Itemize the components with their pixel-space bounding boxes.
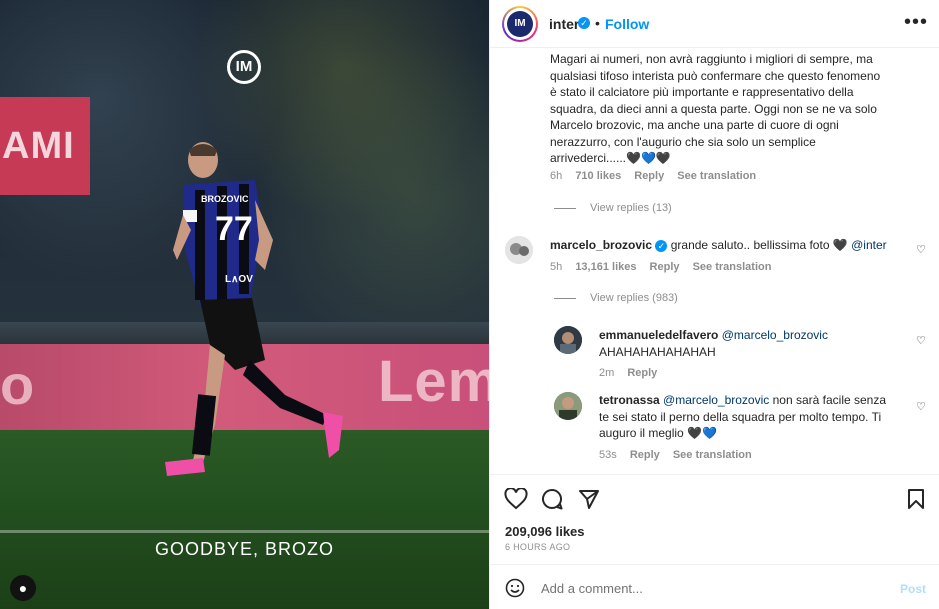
- reply-text: tetronassa @marcelo_brozovic non sarà fa…: [599, 392, 924, 442]
- comment-mention[interactable]: @marcelo_brozovic: [722, 328, 828, 342]
- commenter-avatar[interactable]: [554, 326, 582, 354]
- post-actions-bar: 209,096 likes 6 HOURS AGO: [490, 474, 939, 564]
- comment-username[interactable]: emmanueledelfavero: [599, 328, 718, 342]
- comment-line: nerazzurro, con l'augurio che sia solo u…: [550, 134, 816, 149]
- inter-logo-icon: IM: [227, 50, 261, 84]
- jersey-name: BROZOVIC: [201, 194, 249, 204]
- comment-line: auguro il meglio 🖤💙: [599, 426, 717, 440]
- comment-line: squadra, da dieci anni a questa parte. O…: [550, 101, 877, 116]
- post-caption-overlay: GOODBYE, BROZO: [154, 539, 335, 559]
- header-separator: •: [595, 15, 600, 31]
- reply-button[interactable]: Reply: [634, 170, 664, 182]
- comment-meta: 53s Reply See translation: [599, 449, 762, 461]
- author-avatar[interactable]: IM: [502, 6, 538, 42]
- comment-line: arrivederci......🖤💙🖤: [550, 151, 671, 165]
- comments-list[interactable]: Magari ai numeri, non avrà raggiunto i m…: [490, 48, 939, 474]
- bookmark-save-icon[interactable]: [906, 488, 926, 510]
- commenter-avatar[interactable]: [505, 236, 533, 264]
- jersey-number: 77: [215, 210, 253, 248]
- post-comment-button[interactable]: Post: [900, 582, 926, 596]
- post-header: IM inter ✓ • Follow •••: [490, 0, 939, 48]
- share-send-icon[interactable]: [578, 488, 600, 510]
- author-username[interactable]: inter: [549, 16, 579, 32]
- comment-body: non sarà facile senza: [772, 393, 887, 407]
- reply-button[interactable]: Reply: [630, 449, 660, 461]
- comment-line: te sei stato il perno della squadra per …: [599, 409, 882, 424]
- comment-username[interactable]: marcelo_brozovic: [550, 238, 652, 252]
- like-comment-heart-icon[interactable]: ♡: [916, 400, 926, 413]
- see-translation-button[interactable]: See translation: [673, 449, 752, 461]
- like-comment-heart-icon[interactable]: ♡: [916, 334, 926, 347]
- post-side-panel: IM inter ✓ • Follow ••• Magari ai numeri…: [489, 0, 939, 609]
- ad-board-left-text: o: [0, 353, 35, 416]
- post-like-count[interactable]: 209,096 likes: [505, 524, 585, 539]
- view-replies-button[interactable]: View replies (13): [554, 202, 672, 214]
- comment-likes[interactable]: 13,161 likes: [575, 261, 636, 273]
- add-comment-input[interactable]: [541, 578, 881, 598]
- comment-line: Marcelo brozovic, ma anche una parte di …: [550, 118, 839, 132]
- view-replies-label: View replies (13): [590, 202, 672, 214]
- comment-likes[interactable]: 710 likes: [575, 170, 621, 182]
- comment-username[interactable]: tetronassa: [599, 393, 660, 407]
- comment-line: è stato il calciatore più importante e r…: [550, 85, 854, 99]
- ad-board-left: AMI: [0, 97, 90, 195]
- tagged-users-button[interactable]: ●: [10, 575, 36, 601]
- add-comment-bar: Post: [490, 564, 939, 609]
- user-icon: ●: [18, 580, 28, 596]
- comment-body: AHAHAHAHAHAHAH: [599, 344, 716, 359]
- comment-text: Magari ai numeri, non avrà raggiunto i m…: [550, 51, 925, 167]
- comment-meta: 6h 710 likes Reply See translation: [550, 170, 766, 182]
- avatar-photo-icon: [505, 236, 533, 264]
- comment-mention[interactable]: @marcelo_brozovic: [663, 393, 769, 407]
- comment-time: 2m: [599, 367, 615, 379]
- comment-time: 5h: [550, 261, 563, 273]
- verified-badge-icon: ✓: [578, 17, 590, 29]
- comment-meta: 5h 13,161 likes Reply See translation: [550, 261, 781, 273]
- avatar-photo-icon: [554, 392, 582, 420]
- comment-line: qualsiasi tifoso interista può confermar…: [550, 68, 881, 83]
- like-comment-heart-icon[interactable]: ♡: [916, 243, 926, 256]
- more-options-icon[interactable]: •••: [904, 11, 928, 34]
- comment-time: 6h: [550, 170, 563, 182]
- pitch-line: [0, 530, 489, 533]
- see-translation-button[interactable]: See translation: [693, 261, 772, 273]
- reply-button[interactable]: Reply: [650, 261, 680, 273]
- comment-mention[interactable]: @inter: [851, 238, 887, 252]
- reply-text: emmanueledelfavero @marcelo_brozovic AHA…: [599, 327, 929, 360]
- like-heart-icon[interactable]: [504, 488, 528, 510]
- post-image[interactable]: AMI o Lem IM 77 BROZOVIC L∧OV GOODBYE, B…: [0, 0, 489, 609]
- ad-board-text: Lem: [378, 349, 489, 414]
- comment-text: marcelo_brozovic ✓ grande saluto.. belli…: [550, 237, 900, 254]
- avatar-photo-icon: [554, 326, 582, 354]
- see-translation-button[interactable]: See translation: [677, 170, 756, 182]
- emoji-icon[interactable]: [505, 578, 525, 598]
- view-replies-label: View replies (983): [590, 292, 678, 304]
- follow-button[interactable]: Follow: [605, 16, 649, 32]
- comment-body: grande saluto.. bellissima foto 🖤: [670, 238, 848, 252]
- commenter-avatar[interactable]: [554, 392, 582, 420]
- reply-button[interactable]: Reply: [627, 367, 657, 379]
- jersey-sponsor: L∧OV: [225, 274, 253, 285]
- verified-badge-icon: ✓: [655, 239, 668, 252]
- view-replies-button[interactable]: View replies (983): [554, 292, 678, 304]
- post-timestamp[interactable]: 6 HOURS AGO: [505, 542, 570, 552]
- comment-time: 53s: [599, 449, 617, 461]
- inter-logo-icon: IM: [507, 11, 533, 37]
- comment-line: Magari ai numeri, non avrà raggiunto i m…: [550, 52, 873, 66]
- comment-bubble-icon[interactable]: [541, 488, 563, 510]
- comment-meta: 2m Reply: [599, 367, 667, 379]
- player-figure: 77 BROZOVIC L∧OV: [165, 142, 343, 476]
